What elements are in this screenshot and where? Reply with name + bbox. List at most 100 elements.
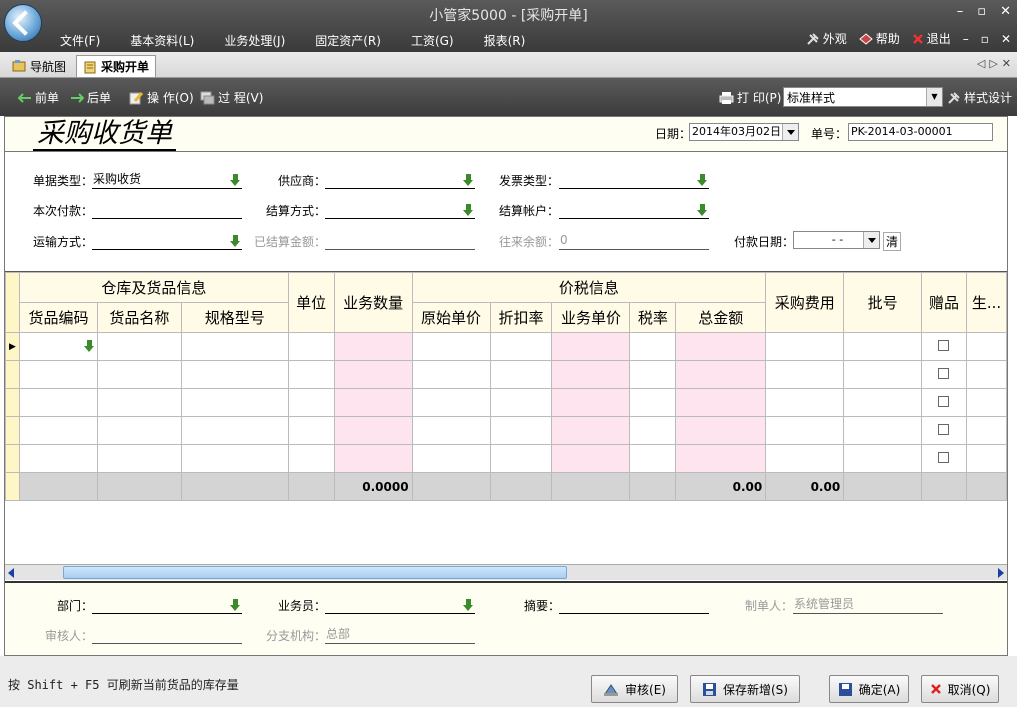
cell[interactable] (629, 444, 677, 473)
style-design-button[interactable]: 样式设计 (947, 89, 1012, 106)
scroll-right-icon[interactable] (998, 568, 1004, 578)
cell[interactable] (333, 416, 413, 445)
cell[interactable] (843, 360, 922, 389)
cell[interactable] (96, 360, 182, 389)
tab-close-button[interactable]: ✕ (1002, 57, 1011, 70)
cell[interactable] (965, 388, 1008, 417)
cell[interactable] (287, 388, 335, 417)
settle-method-field[interactable] (325, 202, 475, 219)
dropdown-down-arrow-icon[interactable] (463, 174, 474, 186)
table-row[interactable] (5, 444, 1008, 473)
cell[interactable] (629, 332, 677, 361)
col-qty[interactable]: 业务数量 (333, 272, 413, 333)
col-biz-price[interactable]: 业务单价 (551, 302, 631, 333)
cell[interactable] (551, 416, 631, 445)
col-tax-rate[interactable]: 税率 (629, 302, 677, 333)
dropdown-down-arrow-icon[interactable] (463, 204, 474, 216)
gift-checkbox[interactable] (938, 367, 950, 379)
cell[interactable] (965, 444, 1008, 473)
code-cell-active[interactable] (18, 332, 98, 361)
cell[interactable] (551, 360, 631, 389)
close-button[interactable]: ✕ (1000, 4, 1011, 19)
cell[interactable] (965, 360, 1008, 389)
table-row[interactable] (5, 388, 1008, 417)
menu-payroll[interactable]: 工资(G) (411, 32, 454, 49)
gift-checkbox[interactable] (938, 423, 950, 435)
cell[interactable] (333, 332, 413, 361)
cell[interactable] (180, 360, 289, 389)
date-dropdown-icon[interactable] (782, 124, 798, 140)
col-unit[interactable]: 单位 (287, 272, 335, 333)
table-row[interactable] (5, 416, 1008, 445)
tab-scroll-left[interactable]: ◁ (977, 57, 985, 70)
save-new-button[interactable]: 保存新增(S) (690, 675, 800, 703)
cell[interactable] (765, 388, 845, 417)
cell[interactable] (96, 332, 182, 361)
cell[interactable] (675, 332, 767, 361)
col-spec[interactable]: 规格型号 (180, 302, 289, 333)
col-purchase-fee[interactable]: 采购费用 (765, 272, 845, 333)
print-style-select[interactable]: 标准样式 ▼ (783, 87, 943, 107)
gift-checkbox[interactable] (938, 451, 950, 463)
cell[interactable] (965, 416, 1008, 445)
cell[interactable] (551, 388, 631, 417)
cell[interactable] (765, 444, 845, 473)
cell[interactable] (843, 416, 922, 445)
exit-menu[interactable]: 退出 (912, 30, 951, 47)
cell[interactable] (489, 416, 553, 445)
scroll-left-icon[interactable] (8, 568, 14, 578)
menu-business[interactable]: 业务处理(J) (224, 32, 285, 49)
menu-reports[interactable]: 报表(R) (484, 32, 526, 49)
cell[interactable] (489, 388, 553, 417)
appearance-menu[interactable]: 外观 (806, 30, 847, 47)
next-doc-button[interactable]: 后单 (70, 89, 111, 106)
dropdown-down-arrow-icon[interactable] (697, 174, 708, 186)
col-name[interactable]: 货品名称 (96, 302, 182, 333)
cell[interactable] (333, 360, 413, 389)
menu-basic-data[interactable]: 基本资料(L) (130, 32, 194, 49)
payment-field[interactable] (92, 202, 242, 219)
tab-purchase-order[interactable]: 采购开单 (76, 55, 157, 77)
tab-scroll-right[interactable]: ▷ (989, 57, 997, 70)
cell[interactable] (489, 360, 553, 389)
cell[interactable] (489, 444, 553, 473)
cell[interactable] (765, 416, 845, 445)
cell[interactable] (180, 388, 289, 417)
cell[interactable] (287, 360, 335, 389)
cell[interactable] (765, 332, 845, 361)
cell[interactable] (411, 332, 491, 361)
cancel-button[interactable]: 取消(Q) (921, 675, 999, 703)
cell[interactable] (287, 416, 335, 445)
settle-account-field[interactable] (559, 202, 709, 219)
cell[interactable] (629, 416, 677, 445)
cell[interactable] (333, 444, 413, 473)
cell[interactable] (96, 444, 182, 473)
salesperson-field[interactable] (325, 597, 475, 614)
scroll-thumb[interactable] (63, 566, 567, 579)
dropdown-down-arrow-icon[interactable] (83, 340, 95, 352)
menu-file[interactable]: 文件(F) (60, 32, 100, 49)
cell[interactable] (180, 332, 289, 361)
col-total[interactable]: 总金额 (675, 302, 767, 333)
cell[interactable] (675, 416, 767, 445)
dropdown-down-arrow-icon[interactable] (230, 235, 241, 247)
col-prod-date[interactable]: 生... (965, 272, 1008, 333)
mdi-close-button[interactable]: ✕ (1001, 32, 1011, 46)
col-batch[interactable]: 批号 (843, 272, 922, 333)
cell[interactable] (411, 388, 491, 417)
cell[interactable] (18, 416, 98, 445)
cell[interactable] (96, 416, 182, 445)
operate-button[interactable]: 操 作(O) (129, 89, 194, 106)
mdi-restore-button[interactable]: ▫ (981, 32, 989, 46)
cell[interactable] (18, 360, 98, 389)
cell[interactable] (411, 416, 491, 445)
cell[interactable] (629, 388, 677, 417)
number-input[interactable]: PK-2014-03-00001 (848, 123, 993, 141)
cell[interactable] (765, 360, 845, 389)
clear-date-button[interactable]: 清 (883, 232, 902, 251)
process-button[interactable]: 过 程(V) (200, 89, 263, 106)
transport-field[interactable] (92, 233, 242, 250)
tab-nav-map[interactable]: 导航图 (6, 55, 72, 77)
table-row[interactable] (5, 360, 1008, 389)
cell[interactable] (551, 332, 631, 361)
